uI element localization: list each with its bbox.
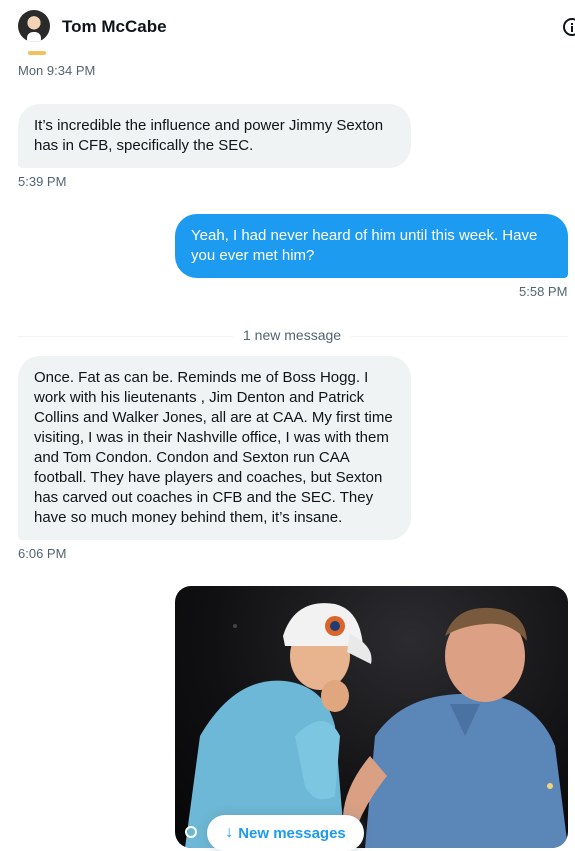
dm-conversation: Tom McCabe Mon 9:34 PM It’s incredible t… <box>0 0 575 851</box>
message-received[interactable]: Once. Fat as can be. Reminds me of Boss … <box>18 356 411 540</box>
image-icon[interactable] <box>185 826 197 838</box>
arrow-down-icon: ↓ <box>225 824 234 841</box>
new-messages-label: New messages <box>238 824 346 842</box>
conversation-header: Tom McCabe <box>0 0 575 56</box>
unread-divider-label: 1 new message <box>233 327 352 343</box>
photo-illustration <box>185 603 568 848</box>
message-time: 5:39 PM <box>18 174 67 189</box>
message-time: 6:06 PM <box>18 546 67 561</box>
message-photo[interactable] <box>175 586 568 848</box>
message-sent[interactable]: Yeah, I had never heard of him until thi… <box>175 214 568 278</box>
info-icon[interactable] <box>563 18 575 36</box>
message-time: 5:58 PM <box>519 284 568 299</box>
contact-name[interactable]: Tom McCabe <box>62 17 167 37</box>
message-received[interactable]: It’s incredible the influence and power … <box>18 104 411 168</box>
avatar[interactable] <box>18 10 50 42</box>
date-timestamp: Mon 9:34 PM <box>18 63 96 78</box>
new-messages-button[interactable]: ↓ New messages <box>207 815 364 851</box>
avatar-badge <box>28 51 46 55</box>
